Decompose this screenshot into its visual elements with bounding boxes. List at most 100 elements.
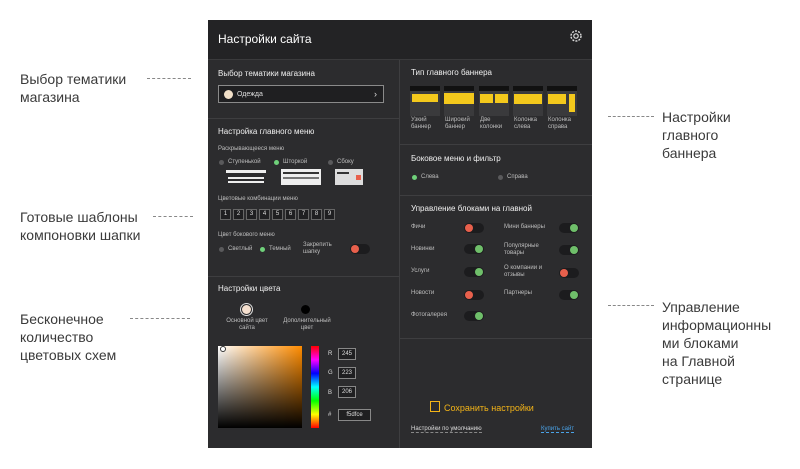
annotation-blocks: Управление информационны ми блоками на Г… <box>662 299 772 387</box>
block-label-news: Новости <box>411 290 435 296</box>
banner-right-column-icon[interactable] <box>547 86 577 116</box>
banner-section-title: Тип главного баннера <box>411 68 492 77</box>
blocks-section-title: Управление блоками на главной <box>411 204 532 213</box>
g-input[interactable]: 223 <box>338 367 356 379</box>
buy-site-link[interactable]: Купить сайт <box>541 426 575 433</box>
main-color-swatch[interactable] <box>242 305 251 314</box>
side-left-option[interactable]: Слева <box>421 174 439 181</box>
divider <box>400 338 592 339</box>
banner-wide-icon[interactable] <box>444 86 474 116</box>
page: Выбор тематики магазина Готовые шаблоны … <box>0 0 800 469</box>
banner-type-4: Колонка слева <box>514 117 538 130</box>
side-dark-radio[interactable] <box>260 247 265 252</box>
panel-title: Настройки сайта <box>218 32 312 46</box>
divider <box>208 118 399 119</box>
block-label-gallery: Фотогалерея <box>411 312 447 318</box>
color-combos-label: Цветовые комбинации меню <box>218 196 298 202</box>
r-input[interactable]: 245 <box>338 348 356 360</box>
theme-color-dot <box>224 90 233 99</box>
block-toggle-partners[interactable] <box>559 290 579 300</box>
block-label-about: О компании и отзывы <box>504 265 543 278</box>
side-left-radio[interactable] <box>412 175 417 180</box>
block-toggle-features[interactable] <box>464 223 484 233</box>
extra-color-swatch[interactable] <box>301 305 310 314</box>
panel-header: Настройки сайта <box>208 20 592 60</box>
theme-select-value: Одежда <box>237 91 263 98</box>
b-input[interactable]: 206 <box>338 386 356 398</box>
extra-color-label: Дополнительный цвет <box>283 318 331 331</box>
side-light-radio[interactable] <box>219 247 224 252</box>
banner-two-columns-icon[interactable] <box>479 86 509 116</box>
annotation-blocks-line <box>608 305 654 306</box>
annotation-colors: Бесконечное количество цветовых схем <box>20 311 117 363</box>
combo-1[interactable]: 1 <box>220 209 231 220</box>
default-settings-link[interactable]: Настройки по умолчанию <box>411 426 482 433</box>
combo-3[interactable]: 3 <box>246 209 257 220</box>
banner-narrow-icon[interactable] <box>410 86 440 116</box>
side-dark-option[interactable]: Темный <box>269 246 291 253</box>
menu-option-radio-3[interactable] <box>328 160 333 165</box>
block-toggle-popular[interactable] <box>559 245 579 255</box>
annotation-banner-line <box>608 116 654 117</box>
menu-option-1[interactable]: Ступенькой <box>228 159 261 166</box>
side-right-radio[interactable] <box>498 175 503 180</box>
block-toggle-mini-banners[interactable] <box>559 223 579 233</box>
banner-left-column-icon[interactable] <box>513 86 543 116</box>
annotation-banner: Настройки главного баннера <box>662 109 731 161</box>
pin-header-toggle[interactable] <box>350 244 370 254</box>
side-menu-section-title: Боковое меню и фильтр <box>411 154 501 163</box>
menu-option-2[interactable]: Шторкой <box>283 159 307 166</box>
save-settings-button[interactable]: Сохранить настройки <box>444 403 534 413</box>
block-toggle-new[interactable] <box>464 244 484 254</box>
combo-2[interactable]: 2 <box>233 209 244 220</box>
gear-icon[interactable] <box>568 28 584 44</box>
side-right-option[interactable]: Справа <box>507 174 528 181</box>
dropdown-menu-label: Раскрывающееся меню <box>218 146 285 152</box>
block-label-features: Фичи <box>411 224 426 230</box>
annotation-colors-line <box>130 318 190 319</box>
combo-9[interactable]: 9 <box>324 209 335 220</box>
combo-5[interactable]: 5 <box>272 209 283 220</box>
hash-label: # <box>328 412 332 418</box>
block-toggle-gallery[interactable] <box>464 311 484 321</box>
r-label: R <box>328 351 333 357</box>
hex-input[interactable]: f5dfce <box>338 409 371 421</box>
b-label: B <box>328 390 333 396</box>
menu-option-radio-1[interactable] <box>219 160 224 165</box>
banner-type-3: Две колонки <box>480 117 503 130</box>
save-icon[interactable] <box>430 401 440 412</box>
block-toggle-services[interactable] <box>464 267 484 277</box>
block-toggle-about[interactable] <box>559 268 579 278</box>
annotation-theme-line <box>147 78 191 79</box>
banner-type-1: Узкий баннер <box>411 117 431 130</box>
menu-template-thumb-3[interactable] <box>335 169 363 185</box>
block-toggle-news[interactable] <box>464 290 484 300</box>
color-picker-area[interactable] <box>218 346 302 428</box>
block-label-mini-banners: Мини баннеры <box>504 224 545 230</box>
menu-section-title: Настройка главного меню <box>218 127 315 136</box>
divider <box>400 144 592 145</box>
side-light-option[interactable]: Светлый <box>228 246 252 253</box>
theme-section-title: Выбор тематики магазина <box>218 69 315 78</box>
menu-option-3[interactable]: Сбоку <box>337 159 354 166</box>
banner-type-5: Колонка справа <box>548 117 572 130</box>
menu-template-thumb-2[interactable] <box>281 169 321 185</box>
hue-slider[interactable] <box>311 346 319 428</box>
color-picker-cursor[interactable] <box>220 346 226 352</box>
theme-select[interactable]: Одежда › <box>218 85 384 103</box>
banner-type-2: Широкий баннер <box>445 117 470 130</box>
combo-4[interactable]: 4 <box>259 209 270 220</box>
g-label: G <box>328 370 333 376</box>
divider <box>208 276 399 277</box>
combo-8[interactable]: 8 <box>311 209 322 220</box>
combo-6[interactable]: 6 <box>285 209 296 220</box>
block-label-popular: Популярные товары <box>504 243 539 256</box>
chevron-right-icon: › <box>374 89 377 99</box>
color-section-title: Настройки цвета <box>218 284 281 293</box>
menu-template-thumb-1[interactable] <box>226 170 266 184</box>
combo-7[interactable]: 7 <box>298 209 309 220</box>
divider <box>400 195 592 196</box>
annotation-templates: Готовые шаблоны компоновки шапки <box>20 209 141 243</box>
menu-option-radio-2[interactable] <box>274 160 279 165</box>
side-color-label: Цвет бокового меню <box>218 232 275 238</box>
